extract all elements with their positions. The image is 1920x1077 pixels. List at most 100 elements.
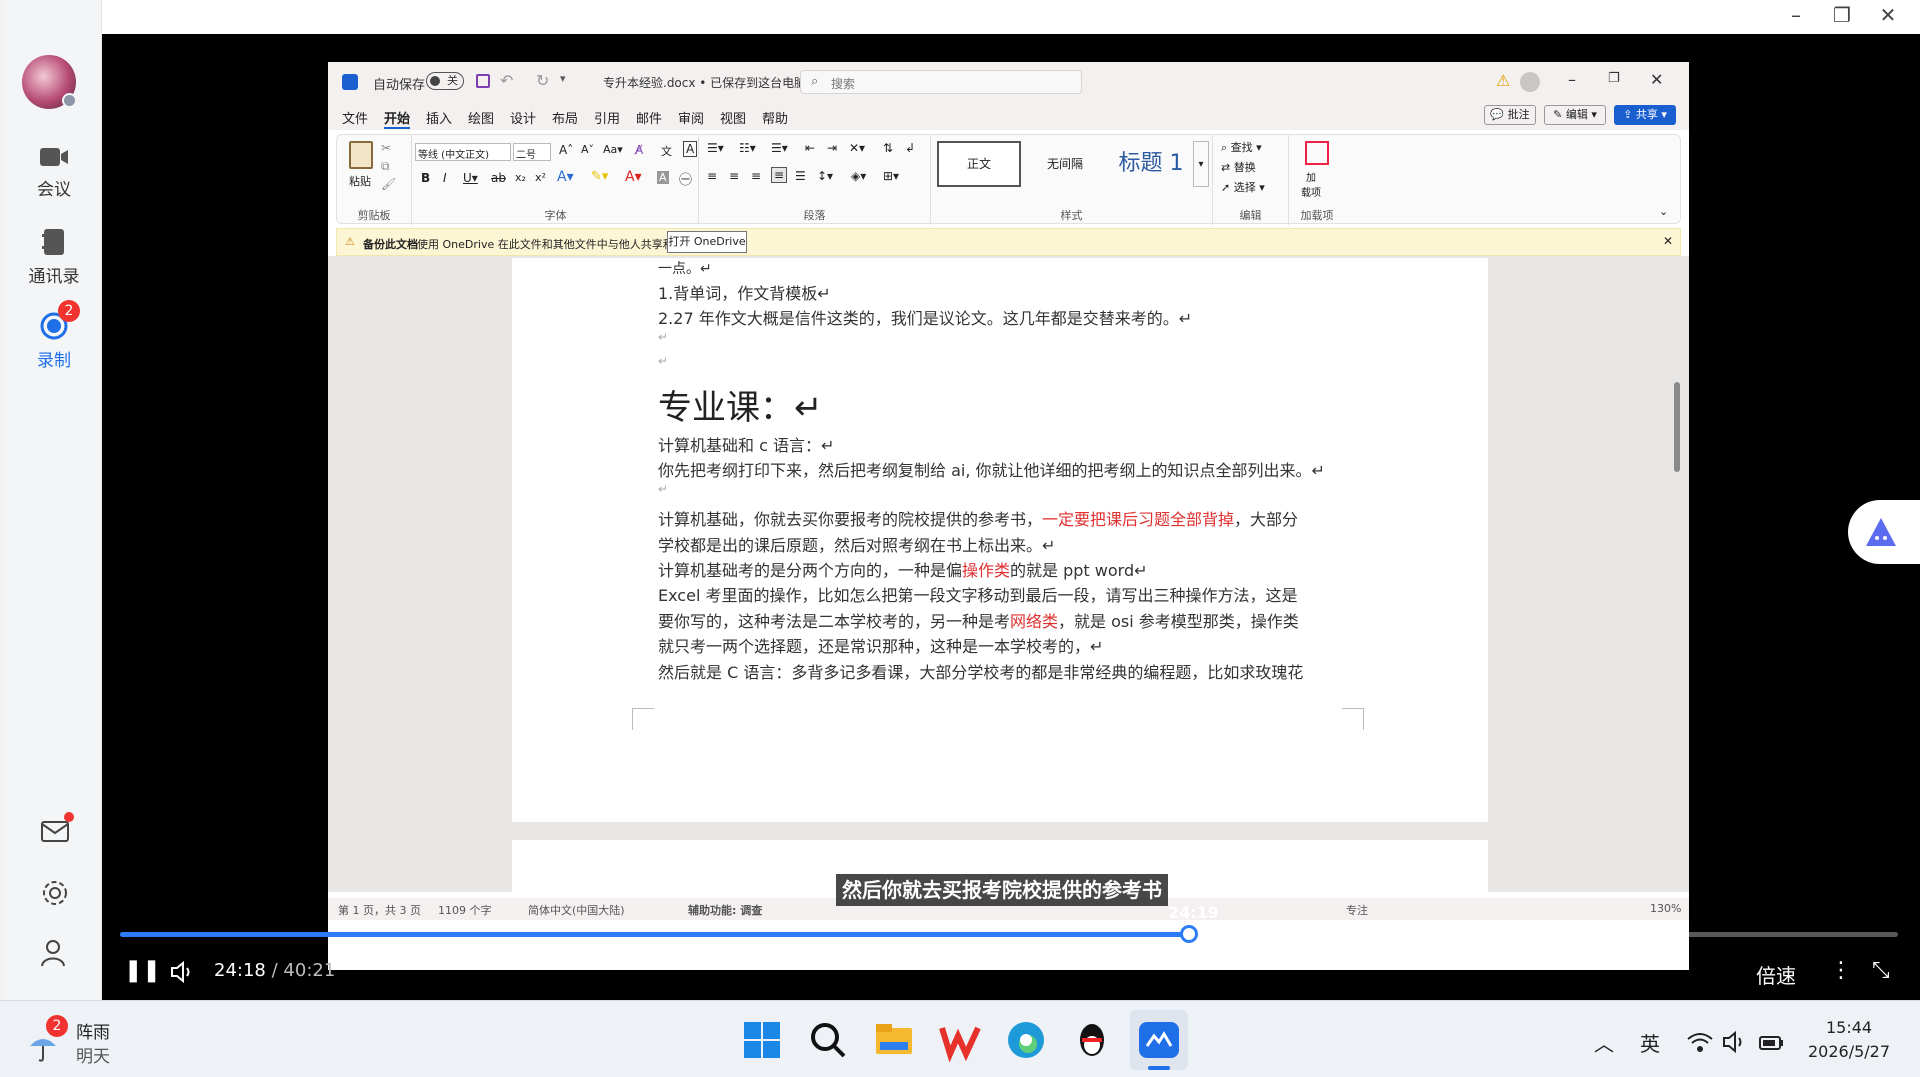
format-painter-icon[interactable]: 🖌: [381, 177, 396, 191]
menu-file[interactable]: 文件: [342, 108, 368, 127]
speaker-icon[interactable]: [1722, 1030, 1750, 1054]
bold-icon[interactable]: B: [421, 171, 430, 185]
shading-icon[interactable]: ◈▾: [851, 169, 866, 183]
styles-more-button[interactable]: ▾: [1193, 141, 1209, 187]
font-size-select[interactable]: 二号: [513, 143, 551, 161]
align-left-icon[interactable]: ≡: [707, 169, 717, 183]
more-options-icon[interactable]: ⋮: [1830, 958, 1852, 983]
menu-design[interactable]: 设计: [510, 108, 536, 127]
char-border-icon[interactable]: A: [683, 141, 698, 157]
word-count[interactable]: 1109 个字: [438, 902, 492, 918]
restore-button[interactable]: ❐: [1822, 2, 1862, 28]
word-search-input[interactable]: ⌕ 搜索: [800, 70, 1082, 94]
style-normal[interactable]: 正文: [937, 141, 1021, 187]
edge-browser-icon[interactable]: [1004, 1018, 1048, 1062]
select-button[interactable]: ➚ 选择 ▾: [1221, 179, 1265, 195]
wifi-icon[interactable]: [1686, 1030, 1714, 1054]
qq-icon[interactable]: [1070, 1018, 1114, 1062]
assistant-float-button[interactable]: [1848, 500, 1920, 564]
sort-icon[interactable]: ⇅: [883, 141, 893, 155]
zoom-level[interactable]: 130%: [1650, 902, 1681, 915]
cut-icon[interactable]: ✂: [381, 141, 391, 155]
document-title[interactable]: 专升本经验.docx • 已保存到这台电脑: [603, 74, 806, 91]
close-button[interactable]: ✕: [1868, 2, 1908, 28]
line-spacing-icon[interactable]: ↕▾: [817, 169, 833, 183]
share-button[interactable]: ⇪ 共享 ▾: [1614, 105, 1676, 125]
collapse-ribbon-icon[interactable]: ⌄: [1659, 205, 1668, 218]
align-right-icon[interactable]: ≡: [751, 169, 761, 183]
highlight-icon[interactable]: ✎▾: [591, 169, 608, 184]
font-color-icon[interactable]: A▾: [625, 169, 642, 185]
subscript-icon[interactable]: x₂: [515, 171, 526, 184]
text-effects-icon[interactable]: A▾: [557, 169, 574, 185]
menu-insert[interactable]: 插入: [426, 108, 452, 127]
italic-icon[interactable]: I: [443, 171, 447, 185]
menu-references[interactable]: 引用: [594, 108, 620, 127]
user-settings-button[interactable]: [40, 938, 70, 972]
menu-mailings[interactable]: 邮件: [636, 108, 662, 127]
focus-mode[interactable]: 专注: [1346, 902, 1368, 918]
wps-office-icon[interactable]: [938, 1018, 982, 1062]
decrease-indent-icon[interactable]: ⇤: [805, 141, 815, 155]
page-count[interactable]: 第 1 页，共 3 页: [338, 902, 421, 918]
sidebar-item-record[interactable]: 录制: [6, 312, 102, 371]
menu-layout[interactable]: 布局: [552, 108, 578, 127]
borders-icon[interactable]: ⊞▾: [883, 169, 899, 183]
show-hidden-icons[interactable]: ︿: [1594, 1028, 1614, 1057]
pause-button[interactable]: ❚❚: [124, 958, 161, 983]
enclose-char-icon[interactable]: ㊀: [679, 169, 692, 188]
autosave-toggle[interactable]: 关: [426, 72, 464, 90]
accessibility[interactable]: 辅助功能: 调查: [688, 902, 762, 918]
paste-icon[interactable]: [349, 141, 373, 169]
doc-scrollbar[interactable]: [1674, 382, 1680, 472]
weather-text[interactable]: 阵雨: [76, 1018, 110, 1043]
asian-layout-icon[interactable]: ✕▾: [849, 141, 865, 155]
qat-dropdown-icon[interactable]: ▾: [560, 72, 566, 85]
phonetic-icon[interactable]: 文: [661, 143, 672, 159]
justify-icon[interactable]: ≡: [771, 167, 788, 183]
ime-indicator[interactable]: 英: [1640, 1028, 1660, 1057]
menu-home[interactable]: 开始: [384, 108, 411, 129]
mail-button[interactable]: [40, 818, 70, 848]
increase-indent-icon[interactable]: ⇥: [827, 141, 837, 155]
numbering-icon[interactable]: ☷▾: [739, 141, 756, 155]
word-minimize-button[interactable]: –: [1568, 70, 1576, 89]
strikethrough-icon[interactable]: ab: [491, 171, 506, 185]
undo-icon[interactable]: ↶: [500, 71, 513, 90]
sidebar-item-meeting[interactable]: 会议: [6, 145, 102, 200]
superscript-icon[interactable]: x²: [535, 171, 546, 184]
word-restore-button[interactable]: ❐: [1608, 71, 1620, 86]
file-explorer-icon[interactable]: [872, 1018, 916, 1062]
word-close-button[interactable]: ✕: [1650, 70, 1663, 89]
char-shading-icon[interactable]: A: [657, 171, 669, 184]
save-icon[interactable]: [476, 74, 490, 88]
grow-font-icon[interactable]: A˄: [559, 143, 573, 157]
progress-knob[interactable]: [1179, 925, 1198, 943]
battery-icon[interactable]: [1758, 1030, 1786, 1054]
replace-button[interactable]: ⇄ 替换: [1221, 159, 1256, 175]
change-case-icon[interactable]: Aa▾: [603, 143, 623, 156]
clock-time[interactable]: 15:44: [1826, 1018, 1872, 1037]
menu-draw[interactable]: 绘图: [468, 108, 494, 127]
settings-button[interactable]: [40, 878, 70, 912]
distributed-icon[interactable]: ☰: [795, 169, 806, 183]
minimize-button[interactable]: –: [1776, 2, 1816, 28]
comment-button[interactable]: 💬 批注: [1484, 105, 1536, 125]
bullets-icon[interactable]: ☰▾: [707, 141, 724, 155]
notice-close-icon[interactable]: ✕: [1663, 234, 1673, 248]
font-name-select[interactable]: 等线 (中文正文): [415, 143, 511, 161]
paste-label[interactable]: 粘贴: [349, 173, 371, 189]
speed-button[interactable]: 倍速: [1756, 960, 1796, 989]
copy-icon[interactable]: ⧉: [381, 159, 390, 174]
multilevel-list-icon[interactable]: ☰▾: [771, 141, 788, 155]
exit-fullscreen-icon[interactable]: ⤡: [1872, 958, 1890, 983]
addins-button-label[interactable]: 加 载项: [1301, 169, 1321, 199]
clear-format-icon[interactable]: A̸: [635, 143, 643, 157]
menu-help[interactable]: 帮助: [762, 108, 788, 127]
menu-review[interactable]: 审阅: [678, 108, 704, 127]
style-no-spacing[interactable]: 无间隔: [1023, 141, 1107, 187]
addins-icon[interactable]: [1305, 141, 1329, 165]
style-heading1[interactable]: 标题 1: [1109, 141, 1193, 187]
warning-icon[interactable]: ⚠: [1496, 71, 1510, 90]
find-button[interactable]: ⌕ 查找 ▾: [1221, 139, 1262, 155]
